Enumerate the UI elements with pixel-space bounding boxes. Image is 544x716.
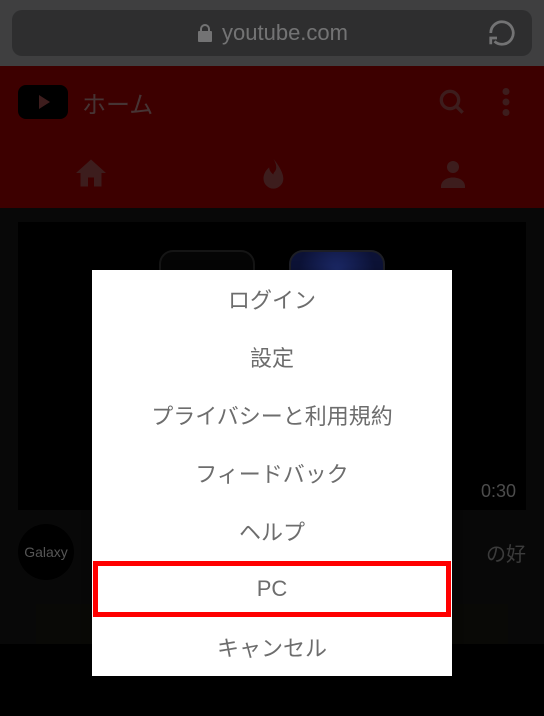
overflow-menu: ログイン 設定 プライバシーと利用規約 フィードバック ヘルプ PC キャンセル bbox=[92, 270, 452, 676]
address-bar[interactable]: youtube.com bbox=[12, 10, 532, 56]
tab-bar bbox=[0, 138, 544, 208]
browser-address-bar-container: youtube.com bbox=[0, 0, 544, 66]
reload-icon[interactable] bbox=[486, 17, 518, 49]
menu-item-login[interactable]: ログイン bbox=[92, 270, 452, 328]
menu-item-feedback[interactable]: フィードバック bbox=[92, 444, 452, 502]
page-title: ホーム bbox=[82, 85, 418, 120]
lock-icon bbox=[196, 23, 214, 43]
youtube-header: ホーム bbox=[0, 66, 544, 208]
youtube-logo-icon[interactable] bbox=[18, 85, 68, 119]
menu-item-settings[interactable]: 設定 bbox=[92, 328, 452, 386]
search-icon[interactable] bbox=[432, 82, 472, 122]
tab-home[interactable] bbox=[61, 143, 121, 203]
channel-avatar[interactable]: Galaxy bbox=[18, 524, 74, 580]
video-title-fragment: の好 bbox=[486, 538, 526, 567]
kebab-menu-icon[interactable] bbox=[486, 82, 526, 122]
address-bar-domain: youtube.com bbox=[222, 20, 348, 46]
menu-item-desktop[interactable]: PC bbox=[92, 560, 452, 618]
tab-account[interactable] bbox=[423, 143, 483, 203]
tab-trending[interactable] bbox=[242, 143, 302, 203]
menu-item-cancel[interactable]: キャンセル bbox=[92, 618, 452, 676]
video-duration-badge: 0:30 bbox=[481, 481, 516, 502]
menu-item-help[interactable]: ヘルプ bbox=[92, 502, 452, 560]
menu-item-privacy-terms[interactable]: プライバシーと利用規約 bbox=[92, 386, 452, 444]
